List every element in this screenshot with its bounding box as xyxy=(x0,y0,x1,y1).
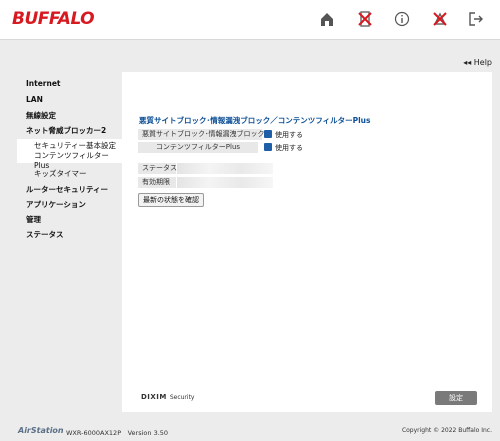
dixim-sub-label: Security xyxy=(169,394,195,401)
sidebar-item-security-basic[interactable]: セキュリティー基本設定 xyxy=(17,139,122,151)
sidebar-item-security-basic-active[interactable]: セキュリティー基本設定 コンテンツフィルターPlus xyxy=(17,139,122,170)
section-title: 悪質サイトブロック･情報漏洩ブロック／コンテンツフィルターPlus xyxy=(139,116,371,125)
sidebar-item-kids-timer[interactable]: キッズタイマー xyxy=(34,168,87,179)
top-header: BUFFALO xyxy=(0,0,500,40)
copyright: Copyright © 2022 Buffalo Inc. xyxy=(401,427,492,434)
dixim-security-logo: DIXIM Security xyxy=(141,393,194,401)
model-version: WXR-6000AX12P Version 3.50 xyxy=(66,429,169,437)
sidebar-item-router-security[interactable]: ルーターセキュリティー xyxy=(26,184,108,195)
sidebar-item-threat-blocker[interactable]: ネット脅威ブロッカー2 xyxy=(26,125,106,136)
expiry-value-redacted xyxy=(177,177,273,188)
content-filter-use-label: 使用する xyxy=(275,144,303,152)
check-latest-status-button[interactable]: 最新の状態を確認 xyxy=(138,193,204,207)
malicious-site-block-checkbox[interactable] xyxy=(264,130,272,144)
apply-button[interactable]: 設定 xyxy=(435,391,477,405)
sidebar-item-management[interactable]: 管理 xyxy=(26,214,41,225)
help-link[interactable]: ◂◂ Help xyxy=(463,58,492,67)
buffalo-logo: BUFFALO xyxy=(12,9,95,29)
expiry-label: 有効期限 xyxy=(138,177,176,188)
content-filter-label: コンテンツフィルターPlus xyxy=(138,142,258,153)
network-disconnected-icon[interactable] xyxy=(356,10,374,28)
airstation-logo: AirStation xyxy=(18,426,64,435)
main-panel: 悪質サイトブロック･情報漏洩ブロック／コンテンツフィルターPlus 悪質サイトブ… xyxy=(122,72,492,412)
sidebar-item-lan[interactable]: LAN xyxy=(26,95,43,104)
malicious-site-block-use-label: 使用する xyxy=(275,131,303,139)
malicious-site-block-label: 悪質サイトブロック･情報漏洩ブロック xyxy=(138,129,265,140)
status-value-redacted xyxy=(177,163,273,174)
status-label: ステータス xyxy=(138,163,177,174)
dixim-label: DIXIM xyxy=(141,393,167,401)
home-icon[interactable] xyxy=(318,10,336,28)
footer: AirStation WXR-6000AX12P Version 3.50 Co… xyxy=(0,420,500,441)
sidebar-item-applications[interactable]: アプリケーション xyxy=(26,199,86,210)
sidebar-item-status[interactable]: ステータス xyxy=(26,229,64,240)
content-filter-checkbox[interactable] xyxy=(264,143,272,157)
info-icon[interactable] xyxy=(393,10,411,28)
sidebar-item-internet[interactable]: Internet xyxy=(26,79,61,88)
logout-icon[interactable] xyxy=(467,10,485,28)
sidebar-item-wireless[interactable]: 無線設定 xyxy=(26,110,56,121)
internet-disconnected-icon[interactable] xyxy=(431,10,449,28)
check-icon xyxy=(265,151,271,157)
